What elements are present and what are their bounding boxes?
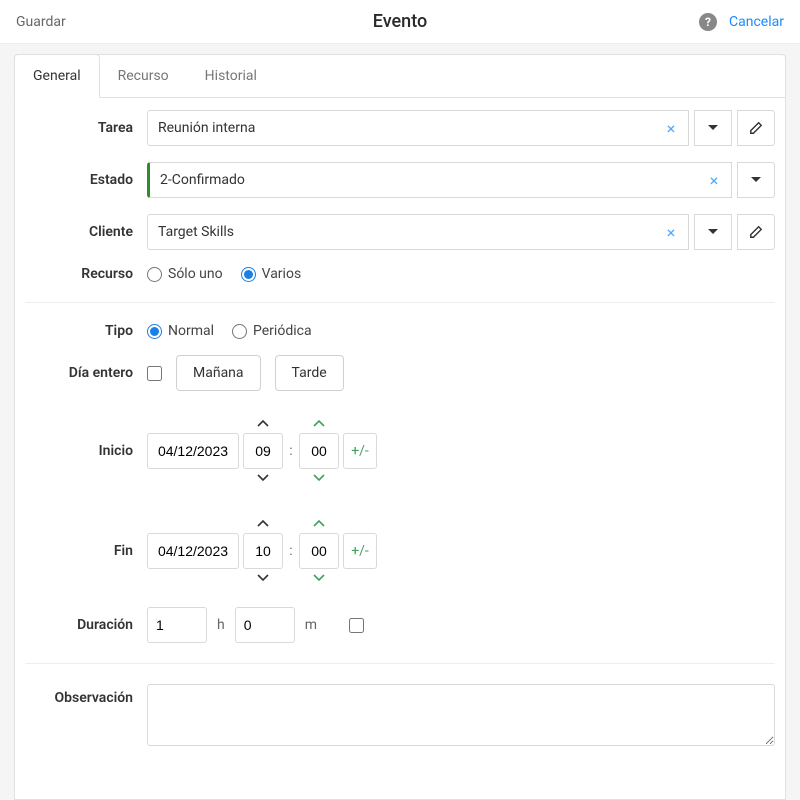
tipo-periodica-radio[interactable]	[232, 324, 247, 339]
chevron-down-icon	[313, 474, 325, 482]
tarea-edit-button[interactable]	[737, 110, 775, 146]
recurso-varios-label: Varios	[262, 266, 302, 282]
fin-min-up[interactable]	[299, 515, 339, 533]
inicio-min-down[interactable]	[299, 469, 339, 487]
label-inicio: Inicio	[25, 443, 147, 459]
label-estado: Estado	[25, 172, 147, 188]
tipo-periodica-option[interactable]: Periódica	[232, 323, 312, 339]
fin-min-down[interactable]	[299, 569, 339, 587]
help-icon[interactable]: ?	[699, 13, 717, 31]
chevron-up-icon	[257, 420, 269, 428]
estado-clear-icon[interactable]: ×	[697, 171, 731, 190]
inicio-hour-down[interactable]	[243, 469, 283, 487]
page-title: Evento	[0, 11, 800, 32]
label-tarea: Tarea	[25, 120, 147, 136]
cliente-edit-button[interactable]	[737, 214, 775, 250]
tab-historial[interactable]: Historial	[187, 55, 275, 97]
chevron-down-icon	[257, 574, 269, 582]
recurso-solo-option[interactable]: Sólo uno	[147, 266, 223, 282]
label-observacion: Observación	[25, 684, 147, 706]
fin-hour-down[interactable]	[243, 569, 283, 587]
estado-combo[interactable]: 2-Confirmado ×	[147, 162, 732, 198]
caret-down-icon	[751, 177, 761, 183]
chevron-up-icon	[313, 520, 325, 528]
tab-general[interactable]: General	[14, 54, 100, 98]
estado-dropdown-button[interactable]	[737, 162, 775, 198]
edit-icon	[749, 225, 763, 239]
chevron-up-icon	[313, 420, 325, 428]
tipo-normal-option[interactable]: Normal	[147, 323, 214, 339]
inicio-hour-input[interactable]	[243, 433, 283, 469]
fin-plusminus-button[interactable]: +/-	[343, 533, 377, 569]
unit-h: h	[217, 617, 225, 633]
recurso-varios-radio[interactable]	[241, 267, 256, 282]
cliente-clear-icon[interactable]: ×	[654, 223, 688, 242]
label-dia-entero: Día entero	[25, 365, 147, 381]
cancel-button[interactable]: Cancelar	[729, 14, 784, 30]
tarea-clear-icon[interactable]: ×	[654, 119, 688, 138]
label-cliente: Cliente	[25, 224, 147, 240]
duracion-checkbox[interactable]	[349, 618, 364, 633]
save-button[interactable]: Guardar	[16, 14, 66, 30]
label-fin: Fin	[25, 543, 147, 559]
inicio-hour-up[interactable]	[243, 415, 283, 433]
cliente-dropdown-button[interactable]	[694, 214, 732, 250]
recurso-varios-option[interactable]: Varios	[241, 266, 302, 282]
tab-recurso[interactable]: Recurso	[100, 55, 187, 97]
inicio-date-input[interactable]	[147, 433, 239, 469]
fin-hour-input[interactable]	[243, 533, 283, 569]
label-recurso: Recurso	[25, 266, 147, 282]
inicio-plusminus-button[interactable]: +/-	[343, 433, 377, 469]
fin-min-input[interactable]	[299, 533, 339, 569]
caret-down-icon	[708, 229, 718, 235]
tipo-normal-radio[interactable]	[147, 324, 162, 339]
inicio-min-up[interactable]	[299, 415, 339, 433]
recurso-solo-radio[interactable]	[147, 267, 162, 282]
tarea-combo[interactable]: Reunión interna ×	[147, 110, 689, 146]
tipo-normal-label: Normal	[168, 323, 214, 339]
fin-date-input[interactable]	[147, 533, 239, 569]
fin-hour-up[interactable]	[243, 515, 283, 533]
estado-value: 2-Confirmado	[150, 172, 697, 188]
manana-button[interactable]: Mañana	[176, 355, 261, 391]
observacion-textarea[interactable]	[147, 684, 775, 746]
dia-entero-checkbox[interactable]	[147, 366, 162, 381]
cliente-combo[interactable]: Target Skills ×	[147, 214, 689, 250]
tipo-periodica-label: Periódica	[253, 323, 312, 339]
chevron-up-icon	[257, 520, 269, 528]
label-duracion: Duración	[25, 617, 147, 633]
chevron-down-icon	[313, 574, 325, 582]
chevron-down-icon	[257, 474, 269, 482]
duracion-min-input[interactable]	[235, 607, 295, 643]
label-tipo: Tipo	[25, 323, 147, 339]
divider	[25, 663, 775, 664]
time-colon: :	[287, 543, 295, 559]
inicio-min-input[interactable]	[299, 433, 339, 469]
unit-m: m	[305, 617, 317, 633]
tarde-button[interactable]: Tarde	[275, 355, 344, 391]
divider	[25, 302, 775, 303]
tarea-dropdown-button[interactable]	[694, 110, 732, 146]
cliente-value: Target Skills	[148, 224, 654, 240]
time-colon: :	[287, 443, 295, 459]
recurso-solo-label: Sólo uno	[168, 266, 223, 282]
caret-down-icon	[708, 125, 718, 131]
tarea-value: Reunión interna	[148, 120, 654, 136]
duracion-horas-input[interactable]	[147, 607, 207, 643]
edit-icon	[749, 121, 763, 135]
